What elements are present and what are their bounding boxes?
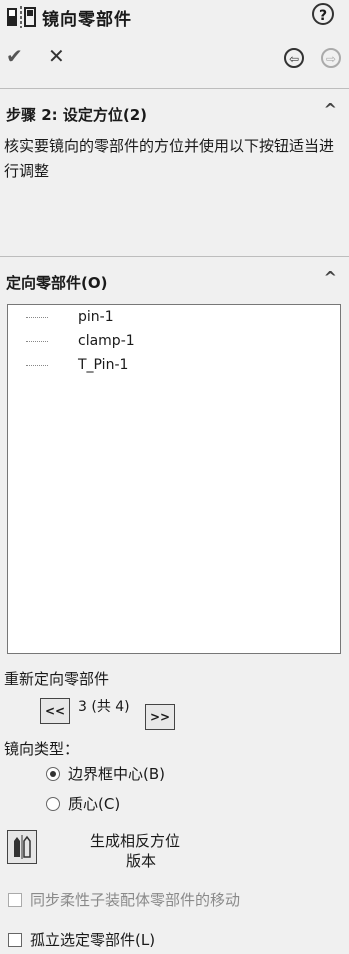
reorient-label: 重新定向零部件 xyxy=(4,670,110,688)
mirror-hand-icon xyxy=(14,835,31,859)
reorient-counter: 3 (共 4) xyxy=(78,699,130,715)
radio-bounding-box-center[interactable] xyxy=(46,767,60,781)
orient-section-title[interactable]: 定向零部件(O) xyxy=(6,272,107,293)
radio-center-of-mass[interactable] xyxy=(46,797,60,811)
cancel-button[interactable]: ✕ xyxy=(48,44,65,68)
previous-button[interactable]: << xyxy=(40,698,70,724)
next-button[interactable]: ⇨ xyxy=(321,48,341,68)
question-circle-icon[interactable]: ? xyxy=(312,3,334,25)
ok-button[interactable]: ✔ xyxy=(6,44,23,68)
collapse-caret-icon[interactable]: ^ xyxy=(324,100,337,119)
sync-flexible-checkbox[interactable] xyxy=(8,893,22,907)
list-item[interactable]: clamp-1 xyxy=(26,333,135,349)
sync-flexible-label: 同步柔性子装配体零部件的移动 xyxy=(30,891,241,909)
back-button[interactable]: ⇦ xyxy=(284,48,304,68)
divider xyxy=(0,88,349,89)
panel-title: 镜向零部件 xyxy=(42,10,132,30)
divider xyxy=(0,256,349,257)
step-message: 核实要镜向的零部件的方位并使用以下按钮适当进行调整 xyxy=(4,137,335,180)
list-item[interactable]: pin-1 xyxy=(26,309,114,325)
list-item-label: T_Pin-1 xyxy=(78,357,129,373)
component-list[interactable]: pin-1 clamp-1 T_Pin-1 xyxy=(7,304,341,654)
list-item[interactable]: T_Pin-1 xyxy=(26,357,128,373)
isolate-checkbox[interactable] xyxy=(8,933,22,947)
radio-bounding-box-center-label[interactable]: 边界框中心(B) xyxy=(68,763,165,784)
list-item-label: pin-1 xyxy=(78,309,114,325)
mirror-components-icon xyxy=(6,6,36,28)
generate-label-line1: 生成相反方位 xyxy=(90,832,181,850)
mirror-type-label: 镜向类型： xyxy=(4,740,80,758)
isolate-label: 孤立选定零部件(L) xyxy=(30,931,156,949)
list-item-label: clamp-1 xyxy=(78,333,135,349)
step-section-title[interactable]: 步骤 2: 设定方位(2) xyxy=(6,104,147,125)
generate-opposite-button[interactable] xyxy=(7,830,37,864)
collapse-caret-icon[interactable]: ^ xyxy=(324,268,337,287)
next-button[interactable]: >> xyxy=(145,704,175,730)
radio-center-of-mass-label[interactable]: 质心(C) xyxy=(68,793,120,814)
generate-label-line2: 版本 xyxy=(126,852,157,870)
